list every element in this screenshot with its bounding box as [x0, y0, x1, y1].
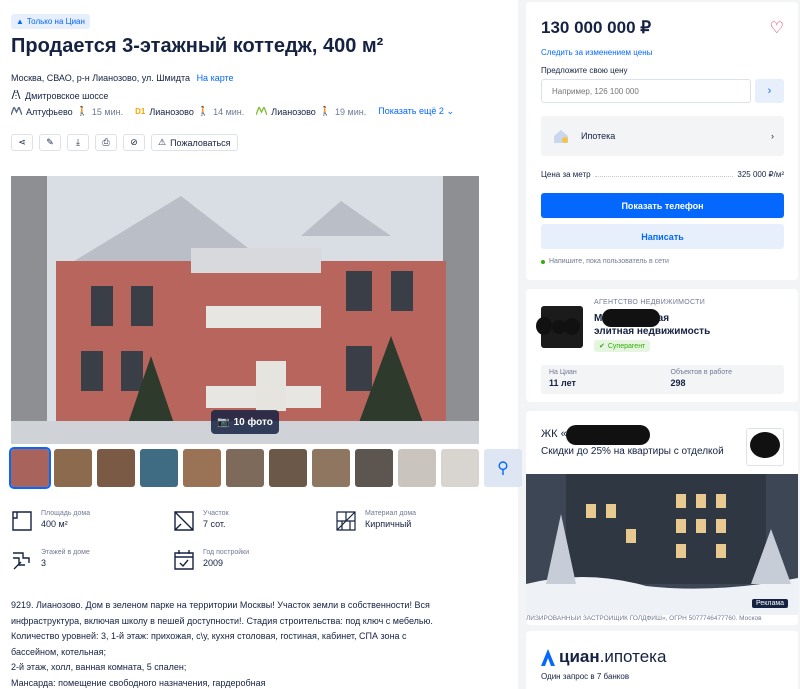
house-photo-image [11, 176, 479, 444]
thumbnail[interactable] [226, 449, 264, 487]
area-icon [12, 511, 32, 531]
ad-legal-text: ЛИЗИРОВАННЫЙ ЗАСТРОЙЩИК ГОЛДФИШ», ОГРН 5… [526, 615, 762, 622]
warning-icon: ⚠ [158, 137, 167, 147]
rail-d1-icon: D1 [135, 107, 146, 116]
description: 9219. Лианозово. Дом в зеленом парке на … [11, 600, 433, 688]
offer-submit-button[interactable]: › [755, 79, 784, 103]
camera-icon: 📷 [217, 416, 230, 428]
cian-ipoteka-card[interactable]: циан.ипотека Один запрос в 7 банков [526, 631, 798, 689]
metro-icon [255, 104, 268, 117]
exclusive-badge: ▲ Только на Циан [11, 14, 90, 29]
page-title: Продается 3-этажный коттедж, 400 м² [11, 35, 384, 57]
map-thumbnail[interactable]: ⚲ [484, 449, 522, 487]
offer-label: Предложите свою цену [541, 66, 628, 75]
spec-item: Площадь дома 400 м² [11, 510, 90, 532]
chevron-down-icon: ⌄ [446, 106, 454, 116]
house-coins-icon [554, 130, 568, 143]
note-button[interactable]: ✎ [39, 134, 61, 151]
cian-logo-icon: ▲ [16, 17, 24, 26]
walk-icon: 🚶 [76, 106, 88, 116]
station-item[interactable]: D1 Лианозово 🚶 14 мин. [135, 106, 244, 117]
station-item[interactable]: Алтуфьево 🚶 15 мин. [10, 104, 123, 117]
action-toolbar: ⋖ ✎ ⤓ ⎙ ⊘ ⚠ Пожаловаться [11, 134, 238, 151]
download-button[interactable]: ⤓ [67, 134, 89, 151]
walk-icon: 🚶 [197, 106, 210, 116]
spec-item: Материал дома Кирпичный [335, 510, 416, 532]
pin-person-icon: ⚲ [497, 460, 509, 477]
thumbnail[interactable] [355, 449, 393, 487]
price-card: 130 000 000 ₽ ♡ Следить за изменением це… [526, 2, 798, 280]
spec-item: Этажей в доме 3 [11, 549, 90, 571]
pencil-icon: ✎ [46, 137, 54, 147]
spec-item: Участок 7 сот. [173, 510, 229, 532]
offer-price-input[interactable] [541, 79, 751, 103]
printer-icon: ⎙ [102, 137, 110, 147]
ad-image [526, 474, 798, 615]
cian-ipoteka-logo: циан.ипотека [541, 647, 666, 667]
share-button[interactable]: ⋖ [11, 134, 33, 151]
plot-icon [174, 511, 194, 531]
check-icon: ✔ [599, 343, 605, 350]
spec-item: Год постройки 2009 [173, 549, 249, 571]
online-dot-icon [541, 259, 545, 264]
write-message-button[interactable]: Написать [541, 224, 784, 249]
ad-banner[interactable]: ЖК « вский» Скидки до 25% на квартиры с … [526, 411, 798, 625]
favorite-heart-icon[interactable]: ♡ [770, 18, 784, 38]
share-icon: ⋖ [18, 137, 26, 147]
stat-objects: Объектов в работе 298 [670, 369, 733, 388]
ad-subtitle: Скидки до 25% на квартиры с отделкой [541, 446, 724, 457]
material-icon [336, 511, 356, 531]
ad-mark: Реклама [752, 599, 789, 608]
mortgage-button[interactable]: Ипотека › [541, 116, 784, 156]
calendar-icon [174, 550, 194, 570]
thumbnail-strip: ⚲ [9, 447, 522, 489]
superagent-badge: ✔ Суперагент [594, 340, 651, 352]
road-icon [11, 89, 21, 101]
show-phone-button[interactable]: Показать телефон [541, 193, 784, 218]
price-per-meter: Цена за метр 325 000 ₽/м² [541, 170, 784, 179]
photo-count-button[interactable]: 📷 10 фото [211, 410, 279, 434]
map-link[interactable]: На карте [197, 73, 234, 83]
thumbnail[interactable] [441, 449, 479, 487]
show-more-stations-button[interactable]: Показать ещё 2 ⌄ [378, 106, 454, 117]
thumbnail[interactable] [54, 449, 92, 487]
stations-list: Алтуфьево 🚶 15 мин. D1 Лианозово 🚶 14 ми… [10, 104, 454, 117]
thumbnail[interactable] [183, 449, 221, 487]
thumbnail[interactable] [398, 449, 436, 487]
walk-icon: 🚶 [319, 106, 332, 116]
address: Москва, СВАО, р-н Лианозово, ул. Шмидта … [11, 73, 234, 83]
highway: Дмитровское шоссе [11, 89, 108, 101]
station-item[interactable]: Лианозово 🚶 19 мин. [255, 104, 366, 117]
metro-icon [10, 104, 23, 117]
cian-ipoteka-note: Один запрос в 7 банков [541, 672, 630, 681]
hide-eye-icon: ⊘ [130, 137, 138, 147]
agency-card[interactable]: АГЕНТСТВО НЕДВИЖИМОСТИ М - Загородная эл… [526, 289, 798, 402]
floors-icon [13, 552, 30, 570]
download-icon: ⤓ [76, 137, 80, 147]
agency-stats: На Циан 11 лет Объектов в работе 298 [541, 365, 784, 394]
agency-type: АГЕНТСТВО НЕДВИЖИМОСТИ [594, 299, 706, 306]
follow-price-link[interactable]: Следить за изменением цены [541, 48, 652, 57]
thumbnail[interactable] [269, 449, 307, 487]
chevron-right-icon: › [767, 85, 772, 97]
listing-main: ▲ Только на Циан Продается 3-этажный кот… [0, 0, 522, 689]
thumbnail[interactable] [9, 447, 51, 489]
price: 130 000 000 ₽ [541, 18, 652, 37]
hide-button[interactable]: ⊘ [123, 134, 145, 151]
stat-years: На Циан 11 лет [549, 369, 577, 388]
online-status: Напишите, пока пользователь в сети [541, 258, 669, 265]
main-photo[interactable] [11, 176, 479, 444]
thumbnail[interactable] [312, 449, 350, 487]
cian-logo-icon [541, 648, 555, 666]
thumbnail[interactable] [140, 449, 178, 487]
chevron-right-icon: › [771, 131, 774, 141]
print-button[interactable]: ⎙ [95, 134, 117, 151]
complain-button[interactable]: ⚠ Пожаловаться [151, 134, 238, 151]
thumbnail[interactable] [97, 449, 135, 487]
